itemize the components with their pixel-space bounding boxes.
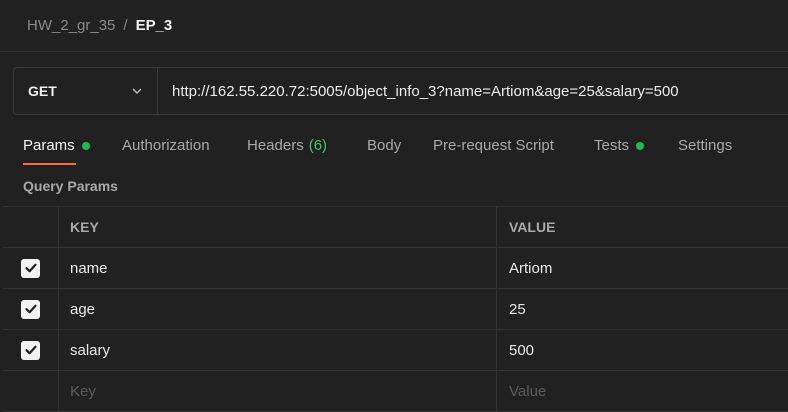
param-key[interactable]: salary bbox=[59, 330, 497, 370]
tab-headers-count: (6) bbox=[308, 137, 328, 154]
tab-body-label: Body bbox=[367, 137, 402, 154]
row-check-cell bbox=[3, 330, 59, 370]
request-bar: GET http://162.55.220.72:5005/object_inf… bbox=[13, 67, 788, 115]
tab-tests-label: Tests bbox=[594, 137, 630, 154]
row-check-cell bbox=[3, 248, 59, 288]
param-value[interactable]: 500 bbox=[497, 330, 788, 370]
param-value[interactable]: Artiom bbox=[497, 248, 788, 288]
breadcrumb-request-name[interactable]: EP_3 bbox=[136, 17, 173, 34]
table-row: age 25 bbox=[3, 289, 788, 330]
query-params-table: KEY VALUE name Artiom age 25 salary 500 bbox=[3, 206, 788, 412]
tab-settings[interactable]: Settings bbox=[678, 137, 732, 154]
table-row: name Artiom bbox=[3, 248, 788, 289]
breadcrumb-collection[interactable]: HW_2_gr_35 bbox=[27, 17, 115, 34]
param-key[interactable]: name bbox=[59, 248, 497, 288]
table-row: salary 500 bbox=[3, 330, 788, 371]
row-check-cell bbox=[3, 371, 59, 411]
tab-headers-label: Headers bbox=[247, 137, 304, 154]
checkmark-icon bbox=[24, 304, 37, 314]
tab-params[interactable]: Params bbox=[23, 137, 90, 154]
tab-body[interactable]: Body bbox=[367, 137, 401, 154]
status-dot-icon bbox=[81, 141, 90, 150]
tab-tests[interactable]: Tests bbox=[594, 137, 645, 154]
checkmark-icon bbox=[24, 345, 37, 355]
table-header-row: KEY VALUE bbox=[3, 207, 788, 248]
header-check-cell bbox=[3, 207, 59, 247]
param-checkbox[interactable] bbox=[21, 299, 40, 319]
new-value-input[interactable]: Value bbox=[497, 371, 788, 411]
active-tab-indicator bbox=[23, 163, 76, 165]
tab-pre-request-script[interactable]: Pre-request Script bbox=[433, 137, 554, 154]
breadcrumb-separator: / bbox=[123, 17, 128, 34]
new-key-input[interactable]: Key bbox=[59, 371, 497, 411]
param-key[interactable]: age bbox=[59, 289, 497, 329]
request-tabs: Params Authorization Headers (6) Body Pr… bbox=[0, 128, 788, 164]
chevron-down-icon bbox=[131, 85, 143, 97]
param-value[interactable]: 25 bbox=[497, 289, 788, 329]
tab-settings-label: Settings bbox=[678, 137, 733, 154]
tab-params-label: Params bbox=[23, 137, 75, 154]
new-param-row: Key Value bbox=[3, 371, 788, 412]
checkmark-icon bbox=[24, 263, 37, 273]
tab-authorization[interactable]: Authorization bbox=[122, 137, 210, 154]
tab-headers[interactable]: Headers (6) bbox=[247, 137, 327, 154]
row-check-cell bbox=[3, 289, 59, 329]
method-select[interactable]: GET bbox=[14, 68, 158, 114]
tab-pre-request-script-label: Pre-request Script bbox=[433, 137, 554, 154]
url-input[interactable]: http://162.55.220.72:5005/object_info_3?… bbox=[158, 68, 788, 114]
status-dot-icon bbox=[636, 141, 645, 150]
param-checkbox[interactable] bbox=[21, 258, 40, 278]
column-header-key: KEY bbox=[59, 207, 497, 247]
tab-authorization-label: Authorization bbox=[122, 137, 210, 154]
method-label: GET bbox=[28, 83, 57, 99]
column-header-value: VALUE bbox=[497, 207, 788, 247]
breadcrumb: HW_2_gr_35 / EP_3 bbox=[0, 0, 788, 52]
param-checkbox[interactable] bbox=[21, 340, 40, 360]
query-params-title: Query Params bbox=[23, 178, 118, 194]
